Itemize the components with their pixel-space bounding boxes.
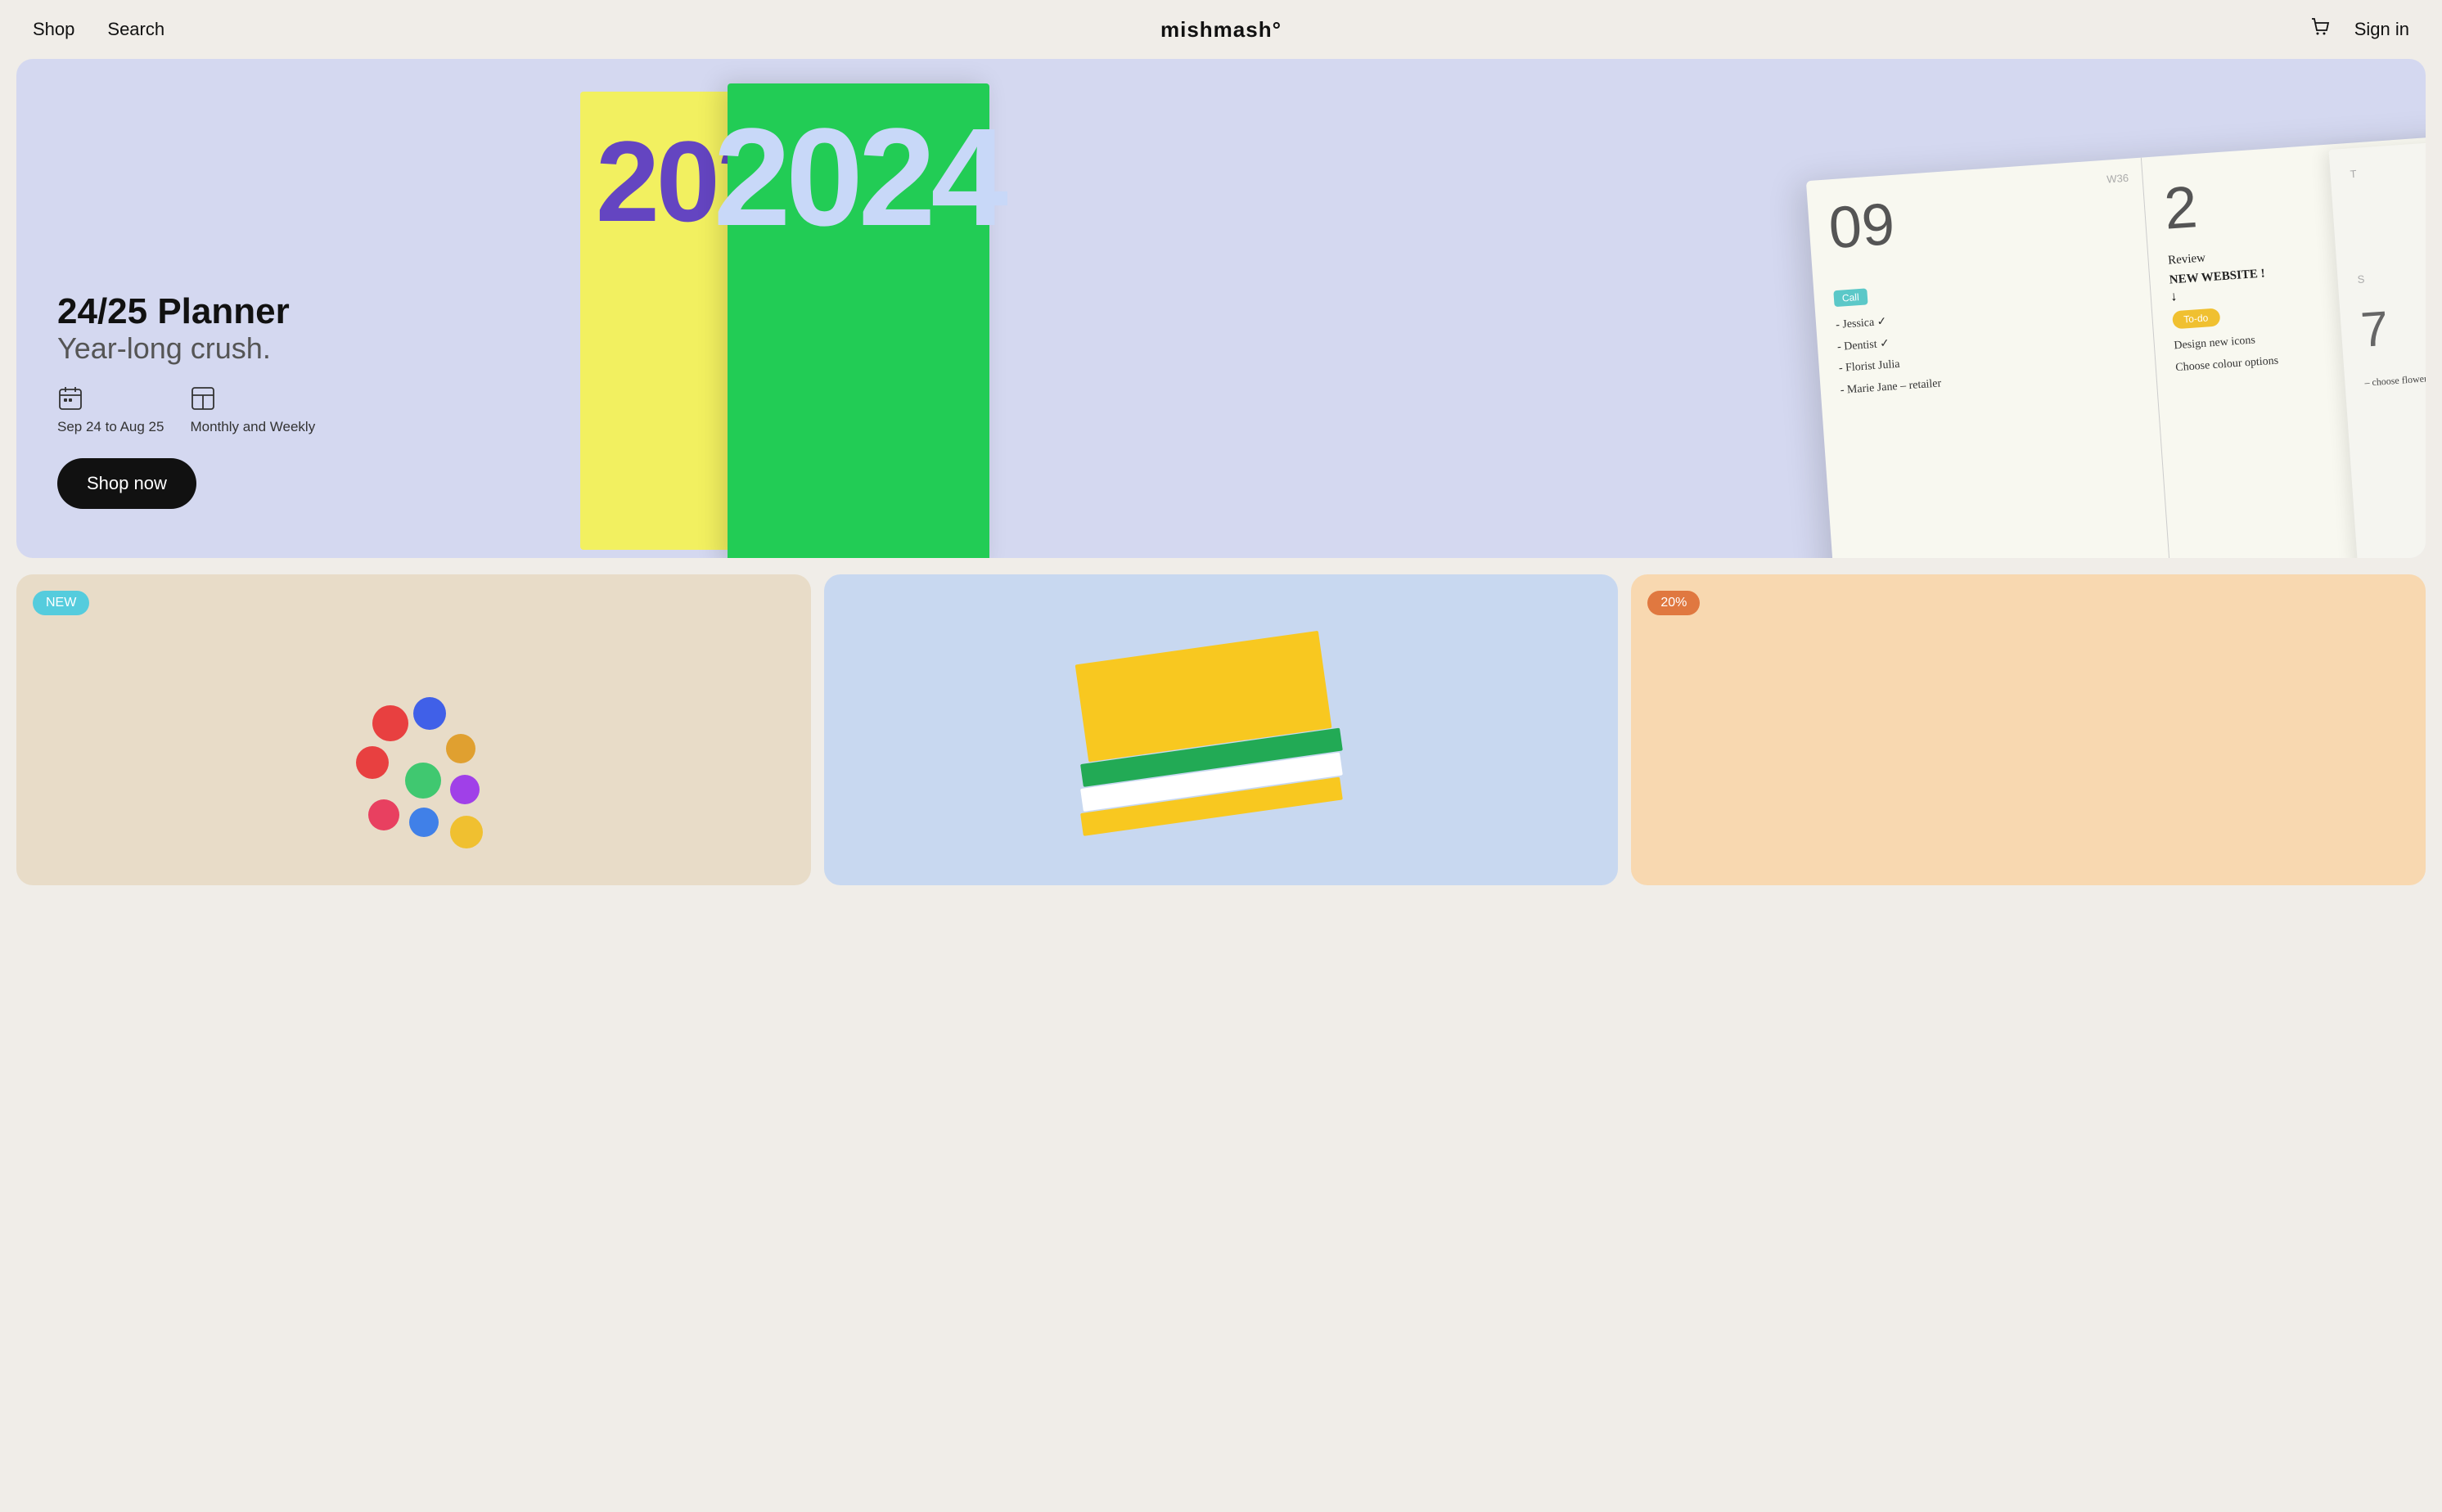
sticker-group xyxy=(323,689,503,869)
sticker-orange xyxy=(446,734,475,763)
hero-subtitle: Year-long crush. xyxy=(57,331,315,366)
new-badge: NEW xyxy=(33,591,89,615)
sticker-pink xyxy=(368,799,399,830)
green-year: 2024 xyxy=(714,108,1003,247)
nav-right: Sign in xyxy=(2309,16,2409,44)
green-planner: 2024 xyxy=(728,83,989,558)
cart-icon[interactable] xyxy=(2309,16,2332,44)
hero-title: 24/25 Planner xyxy=(57,292,315,331)
diary-entries: Call - Jessica ✓ - Dentist ✓ - Florist J… xyxy=(1833,270,2136,402)
hero-meta: Sep 24 to Aug 25 Monthly and Weekly xyxy=(57,385,315,435)
sticker-red-1 xyxy=(372,705,408,741)
layout-icon xyxy=(190,385,216,416)
far-col-s: S xyxy=(2357,272,2365,286)
sign-in-link[interactable]: Sign in xyxy=(2354,19,2409,40)
call-badge: Call xyxy=(1833,288,1868,307)
notebooks-stack xyxy=(1082,673,1360,836)
shop-link[interactable]: Shop xyxy=(33,19,74,40)
diary-left-page: W36 09 Call - Jessica ✓ - Dentist ✓ - Fl… xyxy=(1806,158,2171,558)
sticker-green xyxy=(405,763,441,799)
nav-left: Shop Search xyxy=(33,19,164,40)
week-number: W36 xyxy=(2106,172,2129,186)
hero-visual: 202 2024 W36 09 Call - Jessica ✓ - Denti… xyxy=(498,59,2426,558)
sticker-purple xyxy=(450,775,480,804)
search-link[interactable]: Search xyxy=(107,19,164,40)
sticker-blue-1 xyxy=(413,697,446,730)
product-card-stickers[interactable]: NEW xyxy=(16,574,811,885)
product-card-sale[interactable]: 20% xyxy=(1631,574,2426,885)
diary-handwriting: - Jessica ✓ - Dentist ✓ - Florist Julia … xyxy=(1835,295,2136,402)
product-card-notebooks[interactable] xyxy=(824,574,1619,885)
far-col-t: T xyxy=(2350,168,2357,181)
far-note: – choose flowers for Anna xyxy=(2364,360,2426,392)
sticker-yellow xyxy=(450,816,483,848)
diary-day-left: 09 xyxy=(1827,178,2126,258)
hero-content: 24/25 Planner Year-long crush. Sep 24 to… xyxy=(57,292,315,509)
navbar: Shop Search mishmash° Sign in xyxy=(0,0,2442,59)
sticker-red-2 xyxy=(356,746,389,779)
far-day-7: 7 xyxy=(2359,287,2426,358)
sale-badge: 20% xyxy=(1647,591,1700,615)
product-cards-row: NEW 20% xyxy=(0,574,2442,902)
todo-badge: To-do xyxy=(2172,308,2220,329)
layout-text: Monthly and Weekly xyxy=(190,419,315,435)
hero-meta-layout: Monthly and Weekly xyxy=(190,385,315,435)
logo: mishmash° xyxy=(1160,17,1282,43)
date-range-text: Sep 24 to Aug 25 xyxy=(57,419,164,435)
calendar-icon xyxy=(57,385,83,416)
hero-section: 202 2024 W36 09 Call - Jessica ✓ - Denti… xyxy=(16,59,2426,558)
sticker-blue-2 xyxy=(409,808,439,837)
hero-meta-dates: Sep 24 to Aug 25 xyxy=(57,385,164,435)
shop-now-button[interactable]: Shop now xyxy=(57,458,196,509)
